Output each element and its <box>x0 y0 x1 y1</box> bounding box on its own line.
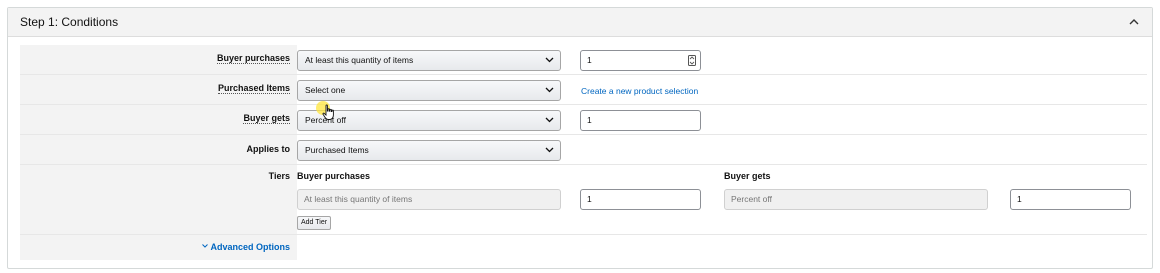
buyer-gets-select[interactable]: Percent off <box>297 110 561 131</box>
row-purchased-items: Purchased Items Select one Create a new … <box>20 75 1147 105</box>
chevron-down-icon <box>545 87 554 93</box>
purchased-items-select[interactable]: Select one <box>297 80 561 101</box>
panel-header[interactable]: Step 1: Conditions <box>8 8 1152 37</box>
row-applies-to: Applies to Purchased Items <box>20 135 1147 165</box>
advanced-options-label: Advanced Options <box>210 242 290 252</box>
conditions-panel: Step 1: Conditions Buyer purchases At le… <box>7 7 1153 269</box>
buyer-purchases-quantity-value: 1 <box>587 55 592 65</box>
tiers-col-buyer-gets: Buyer gets <box>724 171 771 181</box>
tier-benefit-field: Percent off <box>724 189 988 210</box>
chevron-down-icon <box>202 244 209 248</box>
label-cell: Purchased Items <box>20 75 297 104</box>
applies-to-select[interactable]: Purchased Items <box>297 140 561 161</box>
tiers-label: Tiers <box>268 171 290 181</box>
chevron-up-icon[interactable] <box>1128 17 1140 27</box>
stepper-icon[interactable] <box>688 55 696 66</box>
buyer-purchases-select[interactable]: At least this quantity of items <box>297 50 561 71</box>
tier-quantity-value: 1 <box>587 194 592 204</box>
buyer-gets-amount-input[interactable]: 1 <box>580 110 701 131</box>
tier-condition-value: At least this quantity of items <box>304 194 413 204</box>
tier-amount-value: 1 <box>1017 194 1022 204</box>
advanced-options-link[interactable]: Advanced Options <box>202 242 290 252</box>
chevron-down-icon <box>545 147 554 153</box>
tier-quantity-input[interactable]: 1 <box>580 189 701 210</box>
label-cell: Buyer purchases <box>20 45 297 74</box>
purchased-items-label: Purchased Items <box>217 83 290 94</box>
tier-amount-input[interactable]: 1 <box>1010 189 1131 210</box>
label-cell: Buyer gets <box>20 105 297 134</box>
row-tiers: Tiers Buyer purchases Buyer gets At leas… <box>20 165 1147 235</box>
row-advanced-options: Advanced Options <box>20 235 1147 260</box>
applies-to-select-value: Purchased Items <box>305 145 369 155</box>
row-buyer-gets: Buyer gets Percent off 1 <box>20 105 1147 135</box>
applies-to-label: Applies to <box>246 144 290 154</box>
buyer-gets-label: Buyer gets <box>243 113 290 124</box>
label-cell: Tiers <box>20 165 297 234</box>
chevron-down-icon <box>545 117 554 123</box>
tier-condition-field: At least this quantity of items <box>297 189 561 210</box>
buyer-purchases-select-value: At least this quantity of items <box>305 55 414 65</box>
tiers-col-buyer-purchases: Buyer purchases <box>297 171 371 181</box>
chevron-down-icon <box>545 57 554 63</box>
label-cell: Applies to <box>20 135 297 164</box>
buyer-purchases-label: Buyer purchases <box>216 53 290 64</box>
purchased-items-select-value: Select one <box>305 85 346 95</box>
buyer-purchases-quantity-input[interactable]: 1 <box>580 50 701 71</box>
row-buyer-purchases: Buyer purchases At least this quantity o… <box>20 45 1147 75</box>
panel-title: Step 1: Conditions <box>20 15 119 29</box>
create-product-selection-link[interactable]: Create a new product selection <box>581 86 698 96</box>
add-tier-button[interactable]: Add Tier <box>297 216 332 230</box>
tier-benefit-value: Percent off <box>731 194 772 204</box>
label-cell: Advanced Options <box>20 235 297 260</box>
hand-cursor-icon <box>322 104 334 120</box>
buyer-gets-amount-value: 1 <box>587 115 592 125</box>
